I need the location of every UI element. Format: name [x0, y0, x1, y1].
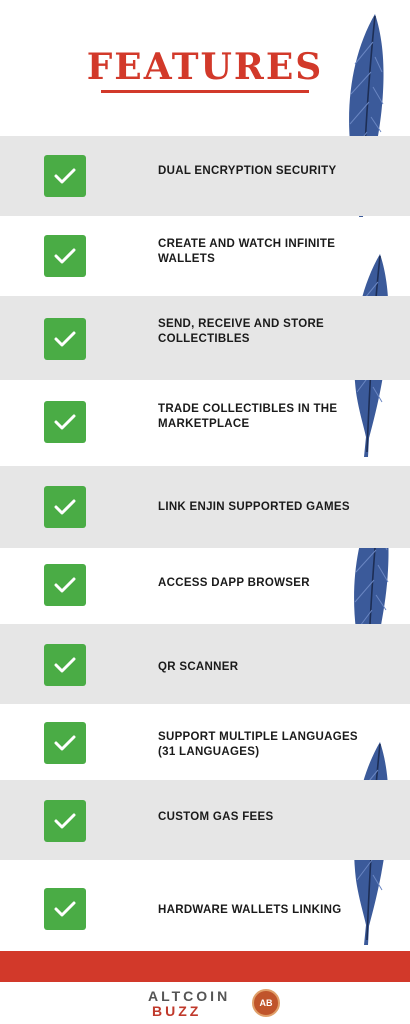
feature-row-qr-scanner: QR SCANNER: [0, 624, 410, 704]
feature-label: SEND, RECEIVE AND STORE COLLECTIBLES: [158, 318, 325, 345]
feature-row-marketplace: TRADE COLLECTIBLES IN THE MARKETPLACE: [0, 380, 410, 466]
feature-label: CREATE AND WATCH INFINITE WALLETS: [158, 238, 336, 265]
check-icon: [44, 722, 86, 764]
altcoin-buzz-logo: ALTCOIN BUZZ AB: [140, 986, 280, 1022]
feature-row-gas-fees: CUSTOM GAS FEES: [0, 780, 410, 860]
feature-row-dapp-browser: ACCESS DAPP BROWSER: [0, 548, 410, 624]
feature-row-languages: SUPPORT MULTIPLE LANGUAGES (31 LANGUAGES…: [0, 704, 410, 780]
logo-badge: AB: [252, 989, 280, 1017]
feature-row-dual-encryption: DUAL ENCRYPTION SECURITY: [0, 136, 410, 216]
check-icon: [44, 644, 86, 686]
feature-label: DUAL ENCRYPTION SECURITY: [158, 165, 337, 177]
feature-label: LINK ENJIN SUPPORTED GAMES: [158, 501, 350, 513]
check-icon: [44, 564, 86, 606]
check-icon: [44, 401, 86, 443]
feature-label: ACCESS DAPP BROWSER: [158, 577, 310, 589]
logo-word-buzz: BUZZ: [152, 1003, 202, 1019]
feature-list: DUAL ENCRYPTION SECURITY CREATE AND WATC…: [0, 136, 410, 951]
feature-label: TRADE COLLECTIBLES IN THE MARKETPLACE: [158, 403, 338, 430]
check-icon: [44, 888, 86, 930]
title-underline: [101, 90, 309, 93]
check-icon: [44, 486, 86, 528]
check-icon: [44, 235, 86, 277]
feature-label: QR SCANNER: [158, 661, 239, 673]
check-icon: [44, 155, 86, 197]
footer-bar: [0, 951, 410, 982]
check-icon: [44, 318, 86, 360]
feature-label: HARDWARE WALLETS LINKING: [158, 904, 342, 916]
feature-row-hardware-wallets: HARDWARE WALLETS LINKING: [0, 860, 410, 951]
feature-row-enjin-games: LINK ENJIN SUPPORTED GAMES: [0, 466, 410, 548]
logo-word-altcoin: ALTCOIN: [148, 988, 231, 1004]
page-title-text: FEATURES: [86, 46, 324, 88]
feature-label: CUSTOM GAS FEES: [158, 811, 274, 823]
feature-row-collectibles: SEND, RECEIVE AND STORE COLLECTIBLES: [0, 296, 410, 380]
feature-row-infinite-wallets: CREATE AND WATCH INFINITE WALLETS: [0, 216, 410, 296]
feature-label: SUPPORT MULTIPLE LANGUAGES (31 LANGUAGES…: [158, 731, 358, 758]
check-icon: [44, 800, 86, 842]
